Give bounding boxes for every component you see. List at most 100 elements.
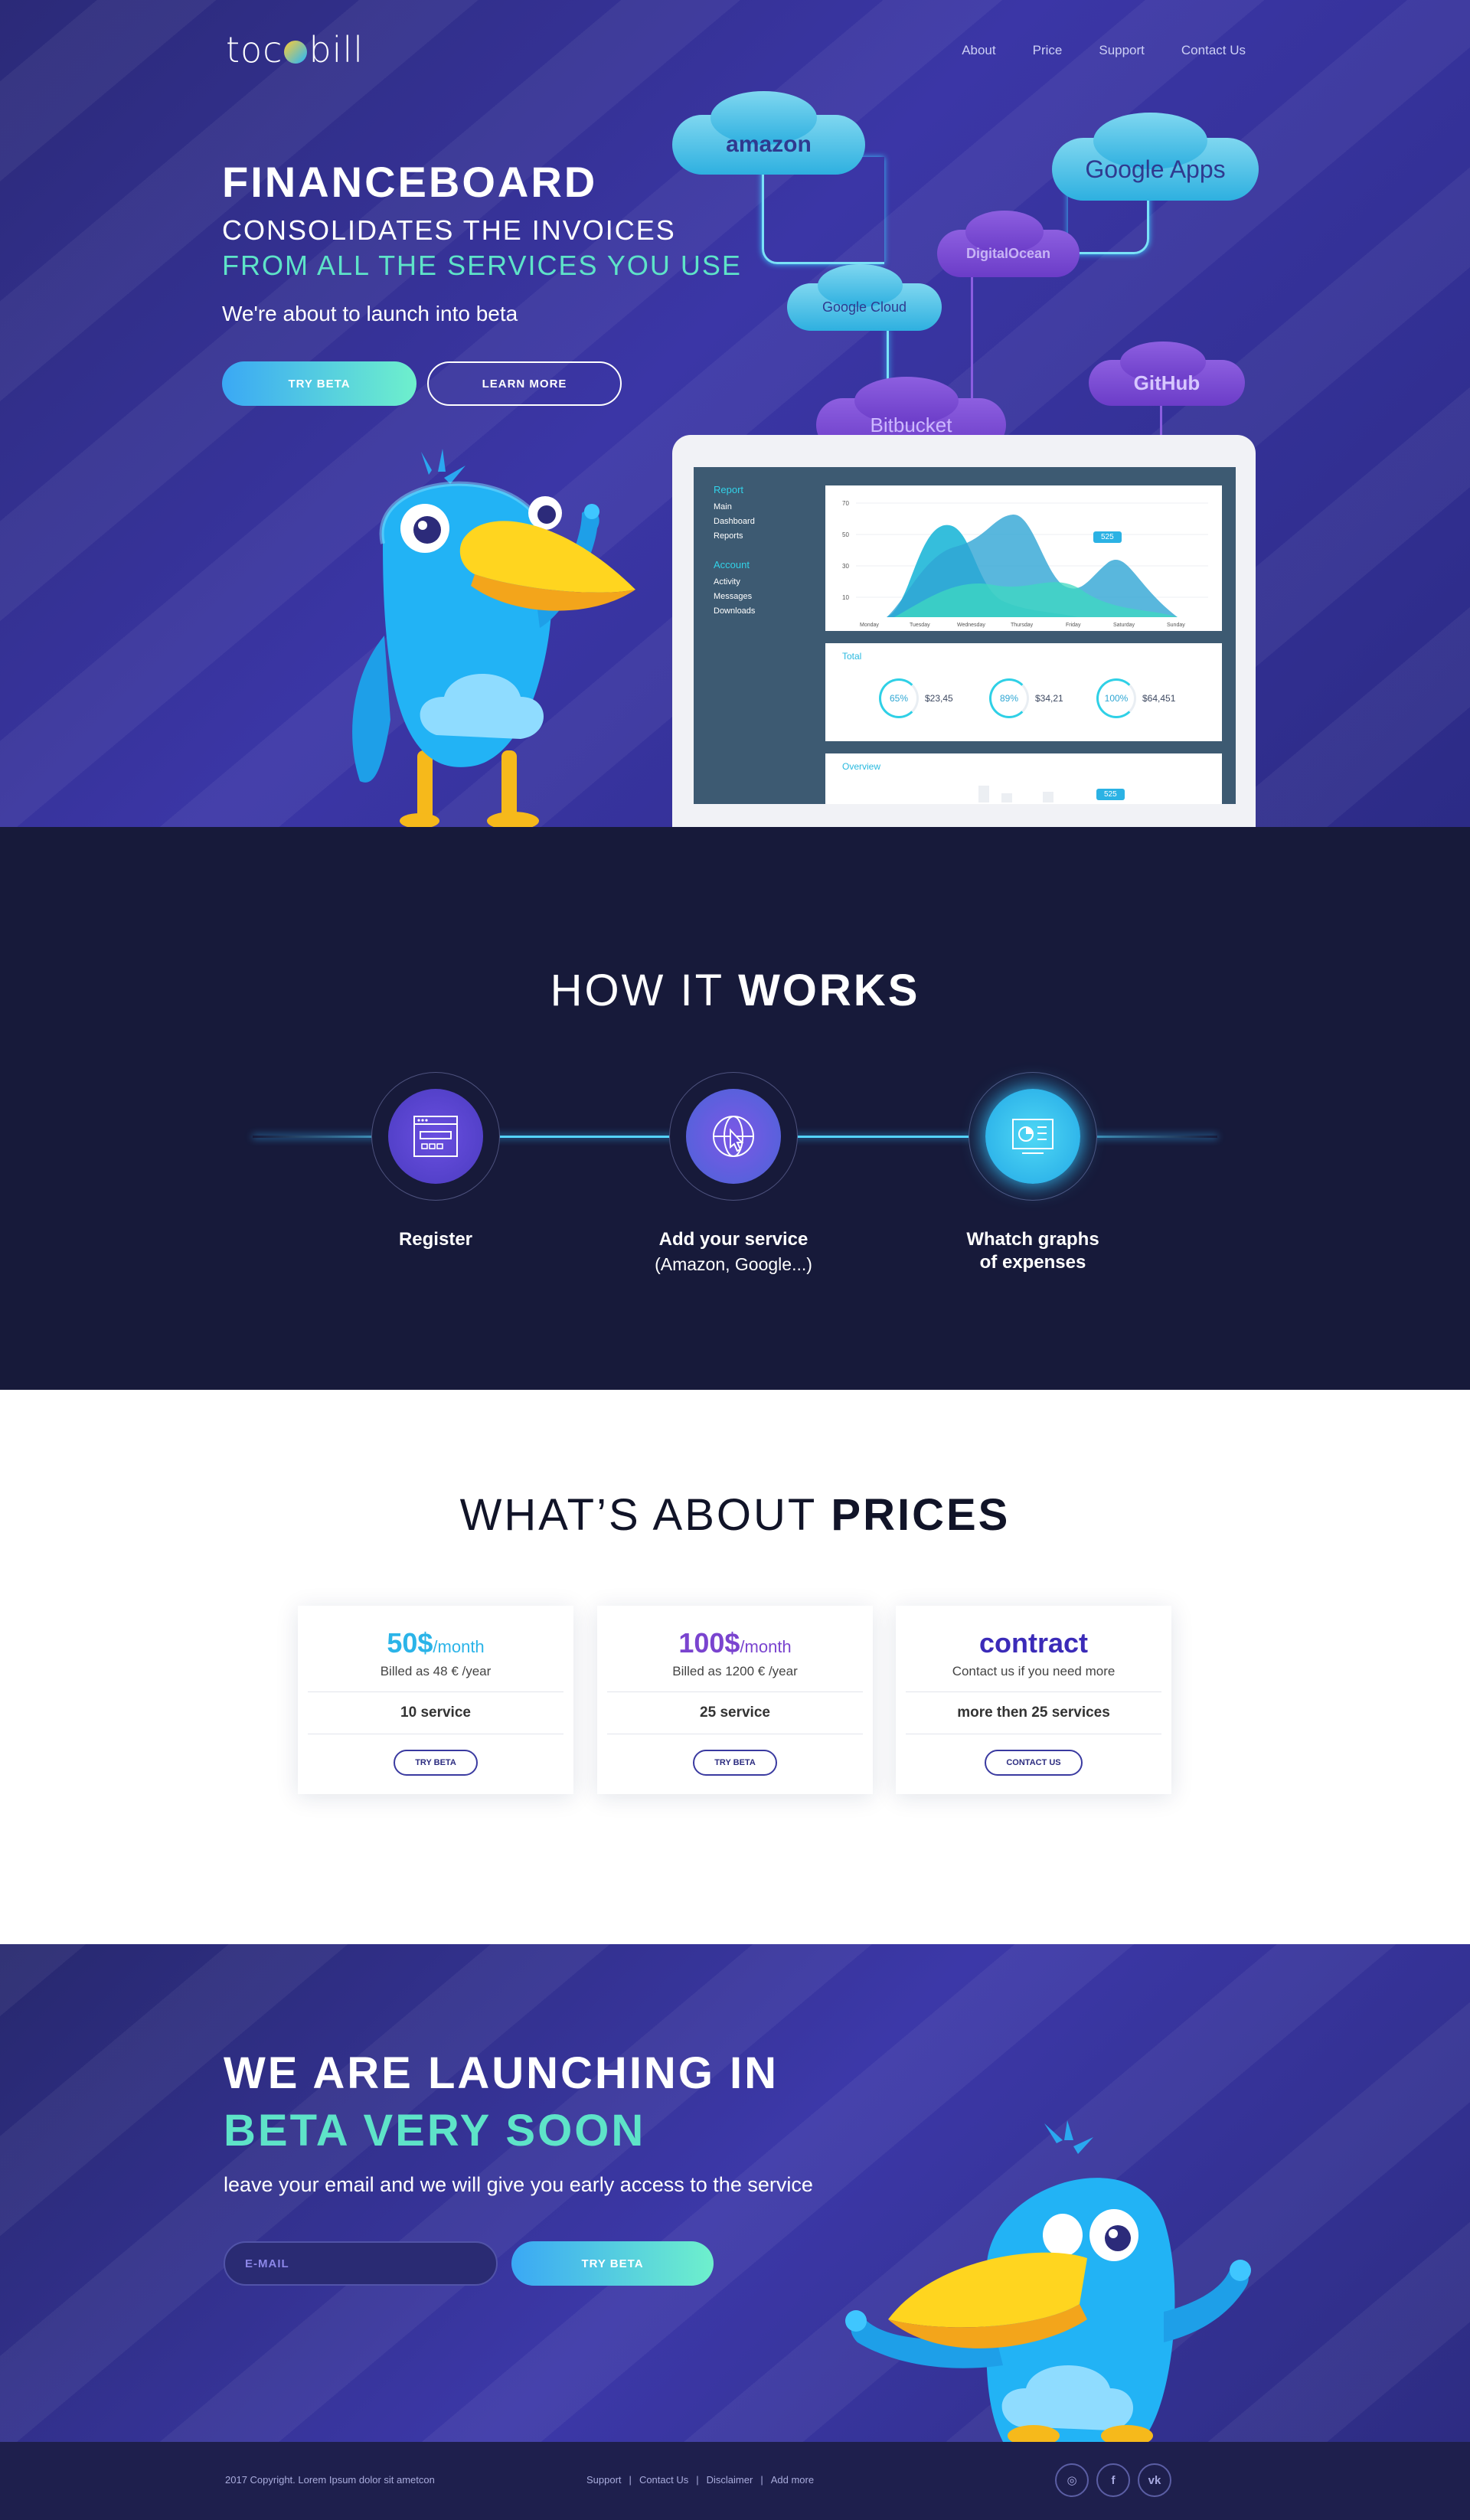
stat-ring: 65%: [879, 678, 919, 718]
prices-section: WHAT’S ABOUT PRICES 50$/month Billed as …: [0, 1390, 1470, 1944]
nav-link-about[interactable]: About: [962, 43, 995, 58]
x-tick: Wednesday: [957, 623, 985, 628]
digitalocean-cloud: DigitalOcean: [937, 211, 1080, 277]
google-cloud-cloud: Google Cloud: [787, 264, 942, 331]
hero-tagline: We're about to launch into beta: [222, 302, 518, 325]
sidebar-item-dashboard[interactable]: Dashboard: [714, 515, 755, 529]
price-amount: 100$: [678, 1627, 740, 1659]
stat-ring: 89%: [989, 678, 1029, 718]
sidebar-heading-account: Account: [714, 559, 750, 570]
bird-crest: [421, 449, 466, 484]
step-subtitle: (Amazon, Google...): [655, 1254, 812, 1274]
total-panel: Total 65% $23,45 89% $34,21 100% $64,451: [825, 643, 1222, 741]
try-beta-button[interactable]: TRY BETA: [693, 1750, 777, 1776]
stat-value: $64,451: [1142, 693, 1176, 704]
price-card-contract: contract Contact us if you need more mor…: [896, 1606, 1171, 1794]
launch-title-1: WE ARE LAUNCHING IN: [224, 2048, 779, 2098]
step-badge: [985, 1089, 1080, 1184]
signup-form: E-MAIL TRY BETA: [224, 2241, 813, 2286]
sidebar-item-messages[interactable]: Messages: [714, 590, 755, 604]
email-input[interactable]: E-MAIL: [224, 2241, 498, 2286]
sidebar-heading-report: Report: [714, 484, 744, 495]
y-tick: 10: [842, 594, 849, 601]
logo-text-left: toc: [226, 29, 283, 70]
how-title-bold: WORKS: [738, 966, 920, 1015]
area-chart-panel: 70 50 30 10 Monday Tuesday Wednesday Thu…: [825, 485, 1222, 631]
total-label: Total: [842, 651, 862, 662]
footer: 2017 Copyright. Lorem Ipsum dolor sit am…: [0, 2442, 1470, 2520]
step-title: Whatch graphs of expenses: [918, 1228, 1148, 1274]
y-tick: 50: [842, 531, 849, 538]
try-beta-button[interactable]: TRY BETA: [511, 2241, 714, 2286]
logo-bird-icon: [284, 41, 308, 64]
bird-mascot: [352, 449, 635, 827]
bird-crest: [1044, 2120, 1093, 2154]
try-beta-button[interactable]: TRY BETA: [222, 361, 416, 406]
y-tick: 70: [842, 500, 849, 507]
overview-bar: [1043, 792, 1054, 802]
step-add-service: Add your service (Amazon, Google...): [619, 1072, 848, 1275]
footer-link-disclaimer[interactable]: Disclaimer: [707, 2474, 753, 2486]
cloud-wire: [887, 329, 889, 383]
facebook-icon[interactable]: f: [1096, 2463, 1130, 2497]
overview-label: Overview: [842, 761, 881, 772]
step-ring: [669, 1072, 798, 1201]
how-it-works-section: HOW IT WORKS Register Add your service (…: [0, 827, 1470, 1390]
price-amount: contract: [978, 1627, 1089, 1659]
learn-more-button[interactable]: LEARN MORE: [427, 361, 622, 406]
price: contract: [896, 1627, 1171, 1659]
service-count: 10 service: [400, 1705, 471, 1721]
sidebar-item-downloads[interactable]: Downloads: [714, 604, 755, 619]
stat-item: 89% $34,21: [989, 678, 1063, 718]
footer-link-add-more[interactable]: Add more: [771, 2474, 814, 2486]
service-count: 25 service: [700, 1705, 770, 1721]
nav-link-price[interactable]: Price: [1033, 43, 1063, 58]
sidebar-item-reports[interactable]: Reports: [714, 529, 755, 544]
step-ring: [371, 1072, 500, 1201]
vk-icon[interactable]: vk: [1138, 2463, 1171, 2497]
instagram-icon[interactable]: ◎: [1055, 2463, 1089, 2497]
nav-link-contact[interactable]: Contact Us: [1181, 43, 1246, 58]
launch-section: WE ARE LAUNCHING IN BETA VERY SOON leave…: [0, 1944, 1470, 2442]
footer-link-contact[interactable]: Contact Us: [639, 2474, 688, 2486]
logo[interactable]: toc bill: [226, 29, 364, 70]
sidebar-item-activity[interactable]: Activity: [714, 575, 755, 590]
footer-separator: |: [629, 2474, 632, 2486]
contact-us-button[interactable]: CONTACT US: [985, 1750, 1083, 1776]
sidebar-item-main[interactable]: Main: [714, 500, 755, 515]
stat-item: 100% $64,451: [1096, 678, 1175, 718]
hero-subtitle-1: CONSOLIDATES THE INVOICES: [222, 214, 676, 246]
step-title-line-2: of expenses: [979, 1252, 1086, 1273]
footer-separator: |: [760, 2474, 763, 2486]
hero-text: FINANCEBOARD CONSOLIDATES THE INVOICES F…: [222, 157, 742, 406]
price: 100$/month: [597, 1627, 873, 1659]
bird-mascot: [845, 2120, 1251, 2442]
step-ring: [969, 1072, 1097, 1201]
dashboard-screen: Report Main Dashboard Reports Account Ac…: [694, 467, 1236, 804]
divider: [906, 1691, 1161, 1692]
logo-text-right: bill: [309, 29, 364, 70]
x-tick: Sunday: [1167, 623, 1185, 628]
step-register: Register: [321, 1072, 550, 1251]
google-apps-cloud: Google Apps: [1052, 113, 1259, 201]
try-beta-button[interactable]: TRY BETA: [394, 1750, 478, 1776]
launch-text: WE ARE LAUNCHING IN BETA VERY SOON leave…: [224, 2048, 813, 2286]
billing-note: Billed as 48 € /year: [380, 1664, 492, 1678]
step-title-line-1: Whatch graphs: [966, 1229, 1099, 1250]
x-tick: Tuesday: [910, 623, 930, 628]
browser-form-icon: [413, 1116, 458, 1157]
step-title: Add your service: [658, 1229, 808, 1250]
launch-description: leave your email and we will give you ea…: [224, 2173, 813, 2196]
stat-value: $34,21: [1035, 693, 1063, 704]
footer-link-support[interactable]: Support: [586, 2474, 622, 2486]
divider: [308, 1691, 564, 1692]
y-tick: 30: [842, 563, 849, 570]
divider: [607, 1691, 863, 1692]
step-watch-graphs: Whatch graphs of expenses: [918, 1072, 1148, 1274]
stat-value: $23,45: [925, 693, 953, 704]
copyright: 2017 Copyright. Lorem Ipsum dolor sit am…: [225, 2474, 435, 2486]
nav-link-support[interactable]: Support: [1099, 43, 1145, 58]
price-amount: 50$: [387, 1627, 433, 1659]
hero-buttons: TRY BETA LEARN MORE: [222, 361, 742, 406]
overview-panel: Overview 525: [825, 753, 1222, 804]
